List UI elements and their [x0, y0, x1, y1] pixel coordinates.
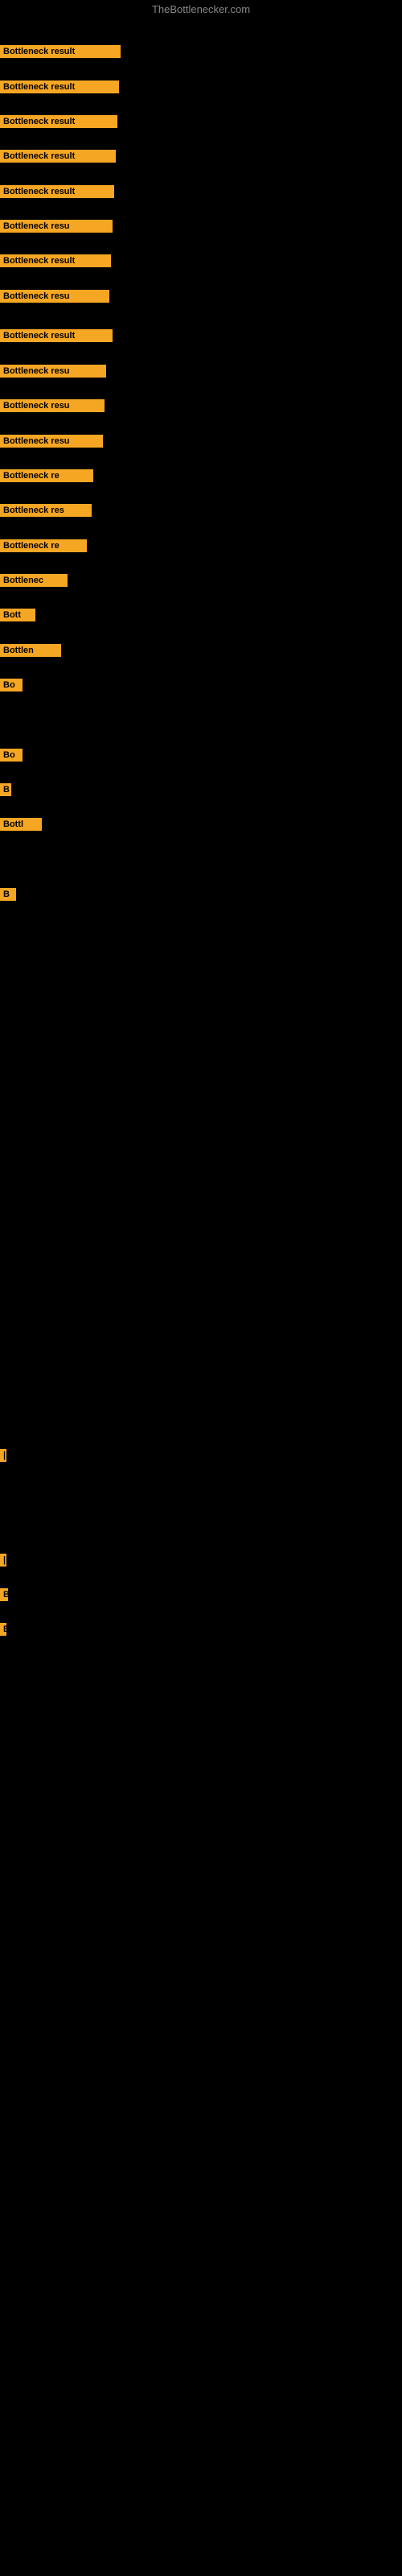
bottleneck-result-badge: Bottleneck result — [0, 185, 114, 198]
bottleneck-result-badge: Bottleneck res — [0, 504, 92, 517]
bottleneck-result-badge: B — [0, 1623, 6, 1636]
bottleneck-result-badge: Bottleneck re — [0, 539, 87, 552]
bottleneck-result-badge: Bottleneck result — [0, 45, 121, 58]
bottleneck-result-badge: Bottleneck result — [0, 150, 116, 163]
bottleneck-result-badge: Bottleneck resu — [0, 290, 109, 303]
bottleneck-result-badge: Bottleneck result — [0, 329, 113, 342]
bottleneck-result-badge: Bottleneck result — [0, 80, 119, 93]
bottleneck-result-badge: Bottlenec — [0, 574, 68, 587]
bottleneck-result-badge: Bo — [0, 679, 23, 691]
bottleneck-result-badge: Bott — [0, 609, 35, 621]
bottleneck-result-badge: Bottleneck result — [0, 254, 111, 267]
bottleneck-result-badge: Bottleneck re — [0, 469, 93, 482]
bottleneck-result-badge: Bottlen — [0, 644, 61, 657]
bottleneck-result-badge: Bottleneck resu — [0, 220, 113, 233]
bottleneck-result-badge: B — [0, 888, 16, 901]
bottleneck-result-badge: Bo — [0, 749, 23, 762]
bottleneck-result-badge: Bottleneck resu — [0, 365, 106, 378]
bottleneck-result-badge: Bottl — [0, 818, 42, 831]
bottleneck-result-badge: Bottleneck result — [0, 115, 117, 128]
bottleneck-result-badge: B — [0, 1588, 8, 1601]
bottleneck-result-badge: B — [0, 783, 11, 796]
bottleneck-result-badge: Bottleneck resu — [0, 399, 105, 412]
bottleneck-result-badge: | — [0, 1449, 6, 1462]
site-title: TheBottlenecker.com — [0, 3, 402, 15]
bottleneck-result-badge: Bottleneck resu — [0, 435, 103, 448]
bottleneck-result-badge: | — [0, 1554, 6, 1567]
